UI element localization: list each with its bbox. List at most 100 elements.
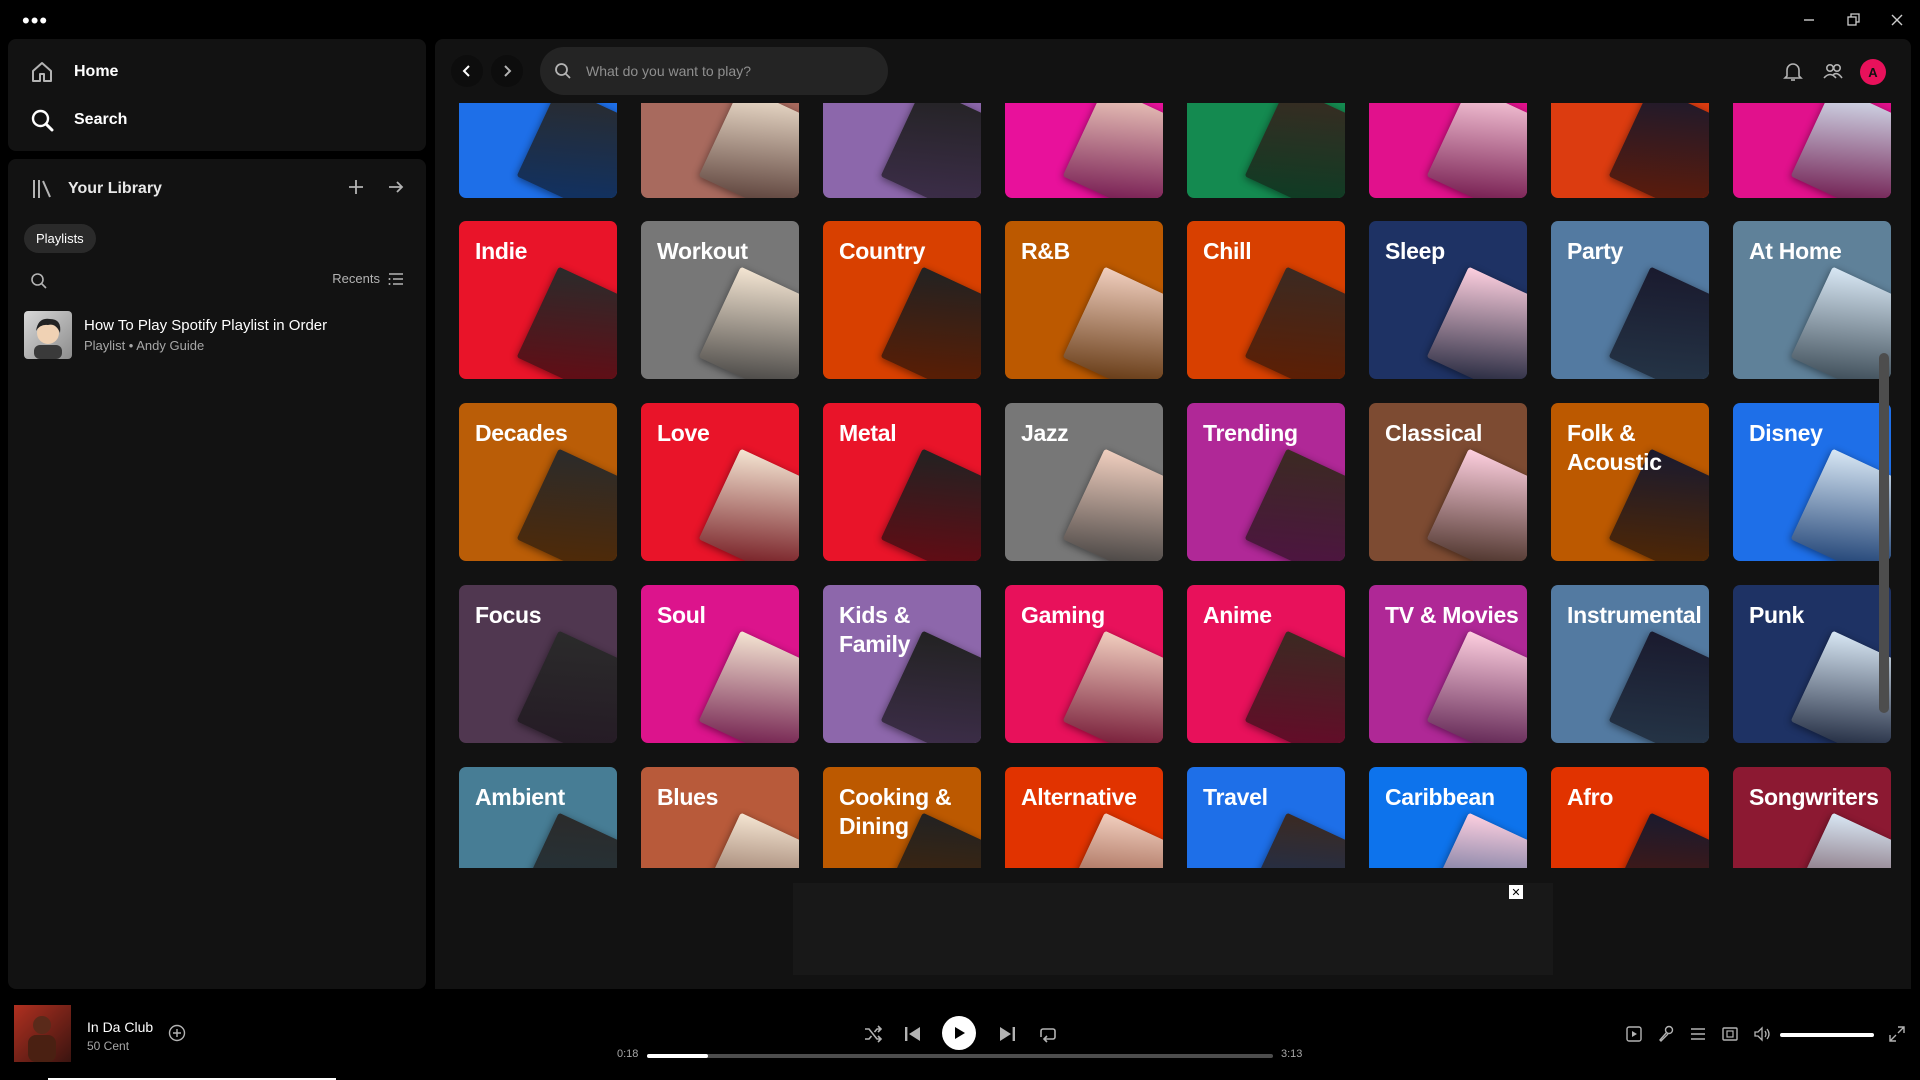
- friend-activity-button[interactable]: [1821, 59, 1845, 83]
- genre-tile[interactable]: Decades: [459, 403, 617, 561]
- genre-tile[interactable]: Focus: [459, 585, 617, 743]
- genre-tile[interactable]: Jazz: [1005, 403, 1163, 561]
- genre-tile[interactable]: [1733, 103, 1891, 198]
- mute-button[interactable]: [1753, 1025, 1775, 1047]
- previous-button[interactable]: [901, 1023, 923, 1045]
- repeat-button[interactable]: [1036, 1023, 1058, 1045]
- library-header[interactable]: Your Library: [30, 177, 162, 201]
- genre-tile-label: Disney: [1749, 420, 1823, 446]
- next-button[interactable]: [997, 1023, 1019, 1045]
- genre-tile[interactable]: [1187, 103, 1345, 198]
- restore-icon[interactable]: [1843, 10, 1863, 30]
- queue-icon: [1689, 1025, 1711, 1043]
- genre-tile[interactable]: Punk: [1733, 585, 1891, 743]
- genre-tile-label: Decades: [475, 420, 568, 446]
- shuffle-button[interactable]: [862, 1023, 884, 1045]
- nav-home[interactable]: Home: [30, 60, 118, 84]
- search-input[interactable]: [584, 62, 858, 80]
- ad-close-icon[interactable]: ✕: [1509, 885, 1523, 899]
- library-item[interactable]: How To Play Spotify Playlist in Order Pl…: [24, 311, 327, 359]
- filter-chip-playlists[interactable]: Playlists: [24, 224, 96, 253]
- genre-tile[interactable]: Afro: [1551, 767, 1709, 868]
- scrollbar-thumb[interactable]: [1879, 353, 1889, 713]
- genre-tile-label: Afro: [1567, 784, 1614, 810]
- now-playing-artist[interactable]: 50 Cent: [87, 1039, 129, 1053]
- lyrics-button[interactable]: [1657, 1025, 1679, 1047]
- queue-button[interactable]: [1689, 1025, 1711, 1047]
- genre-cover-art: [516, 812, 617, 868]
- genre-tile[interactable]: tronic: [1551, 103, 1709, 198]
- genre-tile[interactable]: Workout: [641, 221, 799, 379]
- genre-tile[interactable]: Country: [823, 221, 981, 379]
- sort-recents-button[interactable]: Recents: [332, 271, 404, 286]
- create-playlist-button[interactable]: [346, 177, 366, 197]
- genre-tile[interactable]: Travel: [1187, 767, 1345, 868]
- genre-tile[interactable]: TV & Movies: [1369, 585, 1527, 743]
- fullscreen-button[interactable]: [1888, 1025, 1910, 1047]
- genre-tile[interactable]: Ambient: [459, 767, 617, 868]
- genre-tile[interactable]: Cooking & Dining: [823, 767, 981, 868]
- search-bar[interactable]: [540, 47, 888, 95]
- genre-tile-label: Alternative: [1021, 784, 1137, 810]
- genre-tile[interactable]: Disney: [1733, 403, 1891, 561]
- genre-tile[interactable]: Kids & Family: [823, 585, 981, 743]
- genre-cover-art: [698, 812, 799, 868]
- plus-circle-icon: [168, 1024, 186, 1042]
- add-to-library-button[interactable]: [168, 1024, 186, 1042]
- genre-tile[interactable]: At Home: [1733, 221, 1891, 379]
- now-playing-title[interactable]: In Da Club: [87, 1019, 153, 1035]
- now-playing-view-button[interactable]: [1625, 1025, 1647, 1047]
- progress-bar[interactable]: [647, 1054, 1273, 1058]
- now-playing-view-icon: [1625, 1025, 1647, 1043]
- genre-cover-art: [516, 630, 617, 743]
- nav-panel: Home Search: [8, 39, 426, 151]
- genre-tile-label: Travel: [1203, 784, 1268, 810]
- genre-tile[interactable]: Metal: [823, 403, 981, 561]
- expand-library-button[interactable]: [386, 177, 406, 197]
- app-menu-icon[interactable]: •••: [22, 8, 48, 34]
- now-playing-cover[interactable]: [14, 1005, 71, 1062]
- genre-cover-art: [516, 448, 617, 561]
- genre-tile[interactable]: Folk & Acoustic: [1551, 403, 1709, 561]
- genre-tile[interactable]: [823, 103, 981, 198]
- genre-tile[interactable]: Love: [641, 403, 799, 561]
- genre-tile[interactable]: Indie: [459, 221, 617, 379]
- play-button[interactable]: [942, 1016, 976, 1050]
- genre-tile[interactable]: Soul: [641, 585, 799, 743]
- close-icon[interactable]: [1887, 10, 1907, 30]
- genre-tile[interactable]: [1369, 103, 1527, 198]
- volume-slider[interactable]: [1780, 1033, 1874, 1037]
- back-button[interactable]: [451, 55, 483, 87]
- genre-tile[interactable]: R&B: [1005, 221, 1163, 379]
- library-label: Your Library: [68, 180, 162, 197]
- genre-tile[interactable]: [459, 103, 617, 198]
- ad-banner[interactable]: ✕: [793, 883, 1553, 975]
- genre-tile[interactable]: Caribbean: [1369, 767, 1527, 868]
- genre-tile[interactable]: Songwriters: [1733, 767, 1891, 868]
- genre-tile-label: Country: [839, 238, 926, 264]
- genre-tile[interactable]: Gaming: [1005, 585, 1163, 743]
- genre-cover-art: [1244, 630, 1345, 743]
- genre-tile[interactable]: Alternative: [1005, 767, 1163, 868]
- genre-tile-label: Trending: [1203, 420, 1298, 446]
- forward-button[interactable]: [491, 55, 523, 87]
- notifications-button[interactable]: [1781, 59, 1805, 83]
- chevron-right-icon: [499, 63, 515, 79]
- genre-tile[interactable]: Party: [1551, 221, 1709, 379]
- genre-tile[interactable]: Blues: [641, 767, 799, 868]
- connect-device-button[interactable]: [1721, 1025, 1743, 1047]
- genre-cover-art: [698, 448, 799, 561]
- genre-tile[interactable]: Classical: [1369, 403, 1527, 561]
- nav-search[interactable]: Search: [30, 108, 127, 132]
- genre-tile[interactable]: Instrumental: [1551, 585, 1709, 743]
- genre-tile[interactable]: [641, 103, 799, 198]
- genre-tile[interactable]: Chill: [1187, 221, 1345, 379]
- genre-tile[interactable]: Sleep: [1369, 221, 1527, 379]
- library-search-button[interactable]: [30, 272, 48, 290]
- profile-avatar[interactable]: A: [1860, 59, 1886, 85]
- genre-tile[interactable]: Trending: [1187, 403, 1345, 561]
- genre-tile[interactable]: Anime: [1187, 585, 1345, 743]
- minimize-icon[interactable]: [1799, 10, 1819, 30]
- plus-icon: [346, 177, 366, 197]
- genre-tile[interactable]: [1005, 103, 1163, 198]
